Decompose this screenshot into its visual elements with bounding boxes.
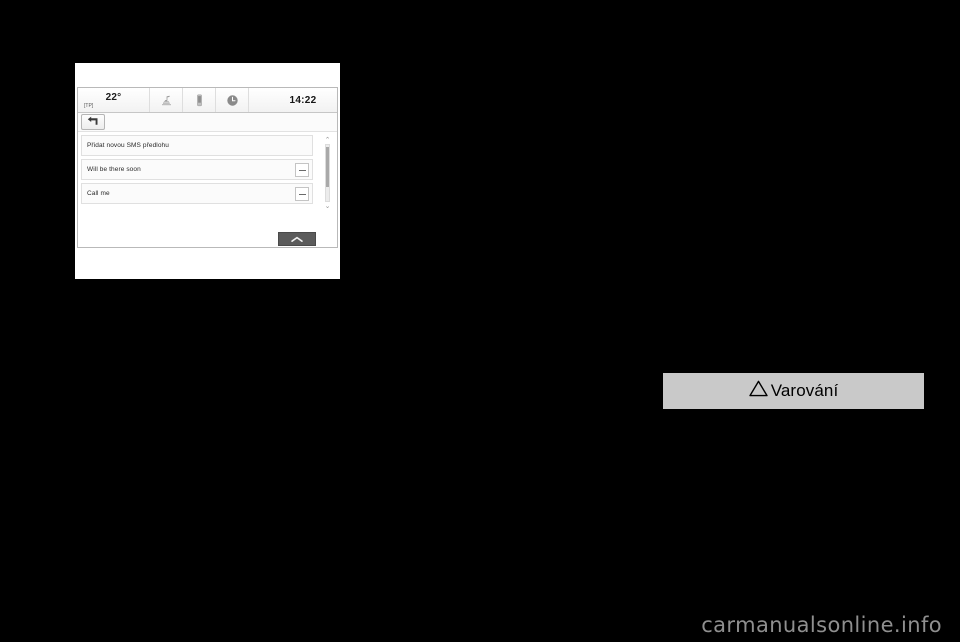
sms-template-list: Přidat novou SMS předlohu Will be there … (78, 132, 337, 247)
back-button[interactable] (81, 114, 105, 130)
site-watermark: carmanualsonline.info (701, 613, 942, 637)
infotainment-screen: 22° [TP] 14:22 Přidat novou SMS předlohu… (77, 87, 338, 248)
warning-box: Varování (663, 373, 924, 409)
media-audio-icon[interactable] (150, 88, 183, 112)
chevron-up-icon (290, 236, 304, 243)
list-item-label: Will be there soon (87, 166, 141, 173)
temperature-display: 22° [TP] (78, 88, 150, 112)
list-item[interactable]: Will be there soon (81, 159, 313, 180)
list-column: Přidat novou SMS předlohu Will be there … (81, 135, 313, 207)
list-item-label: Přidat novou SMS předlohu (87, 142, 169, 149)
temperature-value: 22° (105, 91, 122, 103)
clock-display: 14:22 (289, 94, 317, 106)
status-bar-spacer (249, 88, 269, 112)
phone-device-icon[interactable] (183, 88, 216, 112)
scrollbar-track[interactable] (325, 144, 330, 202)
list-item[interactable]: Call me (81, 183, 313, 204)
back-icon (87, 113, 99, 131)
list-item[interactable]: Přidat novou SMS předlohu (81, 135, 313, 156)
minus-icon (298, 169, 306, 171)
delete-template-button[interactable] (295, 187, 309, 201)
scroll-down-icon[interactable]: ⌄ (322, 202, 333, 210)
figure-image: 22° [TP] 14:22 Přidat novou SMS předlohu… (75, 63, 340, 279)
delete-template-button[interactable] (295, 163, 309, 177)
collapse-button[interactable] (278, 232, 316, 246)
warning-label: Varování (770, 381, 839, 400)
warning-triangle-icon (749, 380, 768, 402)
scroll-up-icon[interactable]: ⌃ (322, 136, 333, 144)
clock-info-icon[interactable] (216, 88, 249, 112)
traffic-program-indicator: [TP] (84, 102, 94, 109)
list-item-label: Call me (87, 190, 110, 197)
page-root: 22° [TP] 14:22 Přidat novou SMS předlohu… (0, 0, 960, 642)
screen-toolbar (78, 113, 337, 132)
status-bar: 22° [TP] 14:22 (78, 88, 337, 113)
minus-icon (298, 193, 306, 195)
list-scrollbar[interactable]: ⌃ ⌄ (322, 136, 333, 210)
scrollbar-thumb[interactable] (326, 147, 329, 187)
